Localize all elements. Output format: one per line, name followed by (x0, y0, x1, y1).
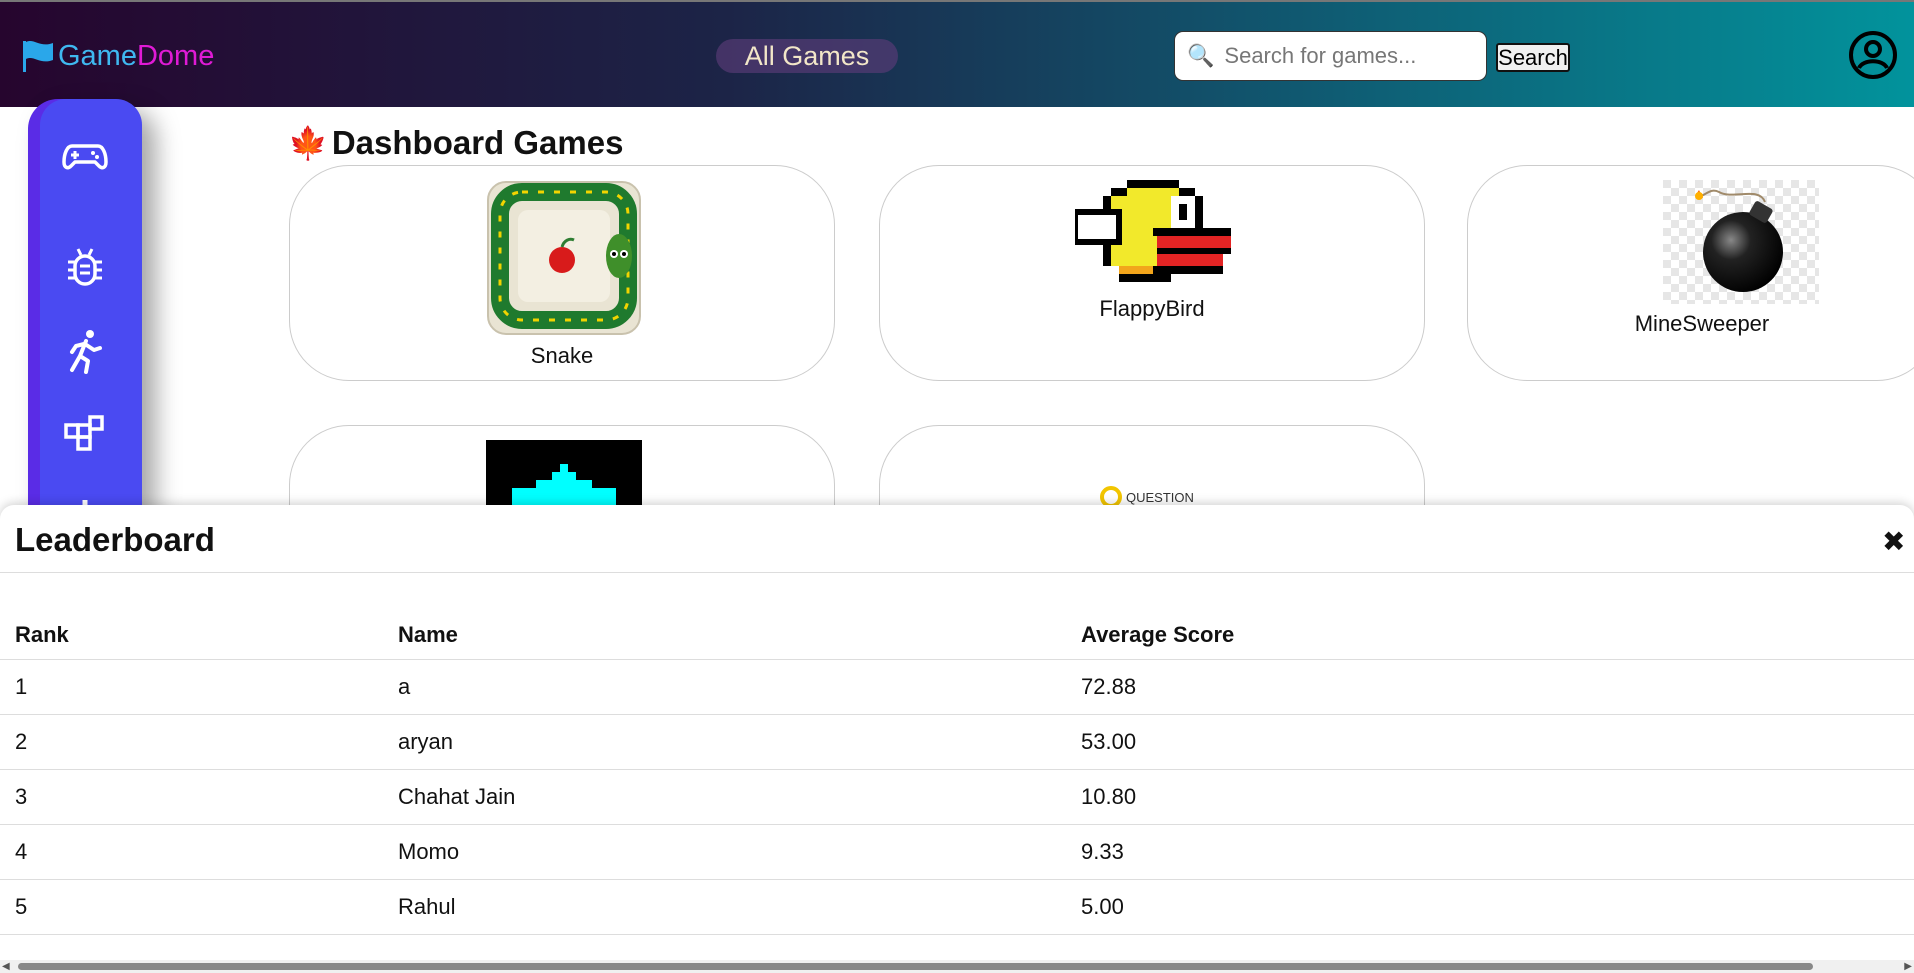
table-header-row: Rank Name Average Score (0, 611, 1914, 660)
table-row: 1 a 72.88 (0, 659, 1914, 715)
section-title-text: Dashboard Games (331, 124, 624, 161)
leaderboard-title: Leaderboard (15, 521, 215, 558)
logo-text-game: Game (58, 39, 137, 72)
game-card-label: Snake (530, 343, 594, 368)
name-cell: aryan (383, 714, 1066, 770)
table-row: 5 Rahul 5.00 (0, 879, 1914, 935)
rank-cell: 5 (0, 879, 383, 935)
maple-leaf-icon: 🍁 (288, 125, 328, 161)
rank-cell: 4 (0, 824, 383, 880)
name-cell: Momo (383, 824, 1066, 880)
top-header: Game Dome All Games 🔍 Search (0, 0, 1914, 107)
leaderboard-modal: Leaderboard ✖ Rank Name Average Score 1 … (0, 505, 1914, 973)
game-card-snake[interactable]: Snake (289, 165, 835, 381)
quiz-thumb-text: QUESTION (1126, 489, 1194, 505)
game-card-label: MineSweeper (1634, 311, 1770, 336)
user-profile-icon[interactable] (1848, 30, 1898, 80)
score-cell: 72.88 (1066, 659, 1914, 715)
flappybird-thumbnail (1075, 180, 1231, 282)
modal-divider (0, 572, 1914, 573)
name-cell: Rahul (383, 879, 1066, 935)
game-card-minesweeper[interactable]: MineSweeper (1467, 165, 1914, 381)
score-cell: 5.00 (1066, 879, 1914, 935)
column-header-rank: Rank (0, 611, 383, 660)
table-row: 3 Chahat Jain 10.80 (0, 769, 1914, 825)
name-cell: Chahat Jain (383, 769, 1066, 825)
column-header-name: Name (383, 611, 1066, 660)
game-card-label: FlappyBird (1099, 296, 1205, 321)
leaderboard-table: Rank Name Average Score 1 a 72.88 2 arya… (0, 611, 1914, 935)
running-person-icon[interactable] (62, 328, 108, 374)
table-row: 2 aryan 53.00 (0, 714, 1914, 770)
flag-icon (23, 41, 53, 72)
logo-text-dome: Dome (136, 39, 215, 72)
score-cell: 53.00 (1066, 714, 1914, 770)
rank-cell: 1 (0, 659, 383, 715)
close-icon[interactable]: ✖ (1882, 525, 1905, 558)
minesweeper-bomb-thumbnail (1663, 180, 1819, 304)
search-field-wrapper: 🔍 (1174, 31, 1487, 81)
gamepad-icon[interactable] (62, 132, 108, 178)
name-cell: a (383, 659, 1066, 715)
table-row: 4 Momo 9.33 (0, 824, 1914, 880)
bug-icon[interactable] (62, 245, 108, 291)
search-button[interactable]: Search (1496, 43, 1570, 72)
blocks-icon[interactable] (62, 412, 108, 458)
scrollbar-thumb[interactable] (18, 963, 1813, 970)
score-cell: 9.33 (1066, 824, 1914, 880)
scroll-left-arrow-icon[interactable]: ◀ (2, 961, 10, 972)
section-title: 🍁 Dashboard Games (288, 124, 623, 162)
rank-cell: 2 (0, 714, 383, 770)
rank-cell: 3 (0, 769, 383, 825)
horizontal-scrollbar[interactable]: ◀ ▶ (0, 960, 1914, 973)
game-card-flappybird[interactable]: FlappyBird (879, 165, 1425, 381)
snake-game-thumbnail (487, 181, 641, 335)
scroll-right-arrow-icon[interactable]: ▶ (1904, 961, 1912, 972)
nav-all-games[interactable]: All Games (716, 39, 898, 73)
search-input[interactable] (1222, 42, 1467, 70)
score-cell: 10.80 (1066, 769, 1914, 825)
search-icon: 🔍 (1187, 43, 1215, 68)
column-header-average-score: Average Score (1066, 611, 1914, 660)
app-logo[interactable]: Game Dome (20, 38, 214, 74)
